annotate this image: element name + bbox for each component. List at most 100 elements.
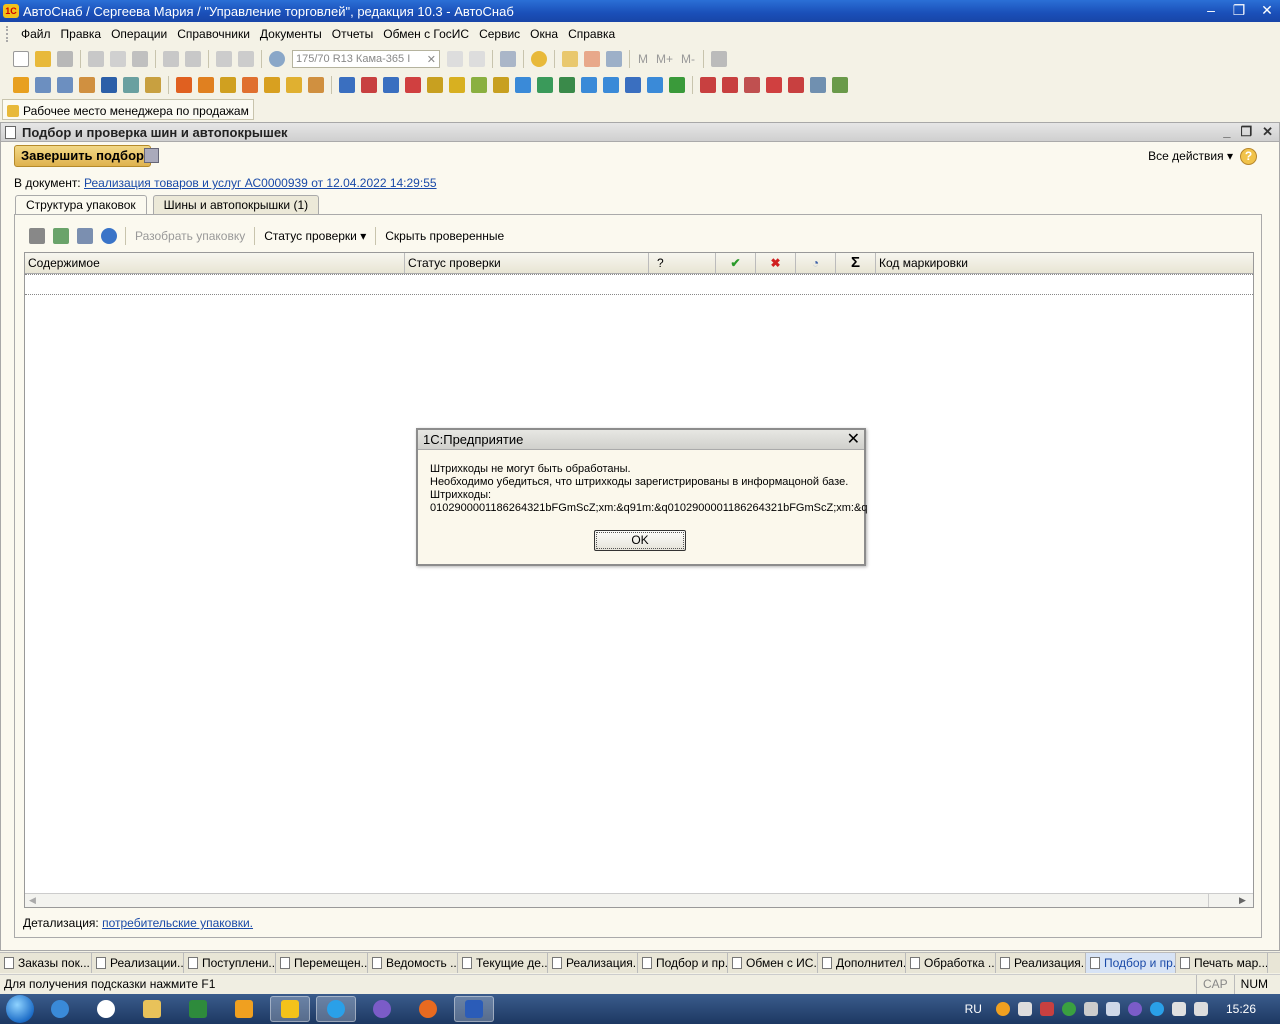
document-action-icon[interactable] [123, 77, 139, 93]
calculator-icon[interactable] [562, 51, 578, 67]
barcode-icon[interactable] [29, 228, 45, 244]
column-question[interactable]: ? [649, 253, 716, 273]
restore-icon[interactable]: ❐ [1230, 1, 1248, 19]
document-action-icon[interactable] [537, 77, 553, 93]
finish-selection-button[interactable]: Завершить подбор [14, 145, 151, 167]
horizontal-scrollbar[interactable]: ◀ ▶ [25, 893, 1253, 907]
document-action-icon[interactable] [581, 77, 597, 93]
ok-button[interactable]: OK [594, 530, 686, 551]
window-tab[interactable]: Реализация... [548, 953, 638, 973]
viber-icon[interactable] [1127, 1002, 1142, 1016]
menu-reports[interactable]: Отчеты [327, 27, 378, 41]
scroll-left-icon[interactable]: ◀ [29, 895, 36, 906]
document-action-icon[interactable] [405, 77, 421, 93]
document-action-icon[interactable] [722, 77, 738, 93]
document-action-icon[interactable] [35, 77, 51, 93]
window-tab[interactable]: Обмен с ИС... [728, 953, 818, 973]
menu-windows[interactable]: Окна [525, 27, 563, 41]
taskbar-viber[interactable] [362, 996, 402, 1022]
sum-icon[interactable]: Σ [836, 253, 876, 273]
volume-icon[interactable] [1083, 1002, 1098, 1016]
check-status-menu[interactable]: Статус проверки ▾ [264, 229, 366, 243]
cross-icon[interactable]: ✖ [756, 253, 796, 273]
users-icon[interactable] [606, 51, 622, 67]
tab-package-structure[interactable]: Структура упаковок [15, 195, 147, 216]
window-tab[interactable]: Текущие де... [458, 953, 548, 973]
window-tab[interactable]: Перемещен... [276, 953, 368, 973]
close-icon[interactable]: ✕ [847, 430, 860, 449]
document-action-icon[interactable] [471, 77, 487, 93]
document-action-icon[interactable] [13, 77, 29, 93]
workplace-button[interactable]: Рабочее место менеджера по продажам [2, 99, 254, 120]
window-tab[interactable]: Реализации... [92, 953, 184, 973]
info-icon[interactable] [531, 51, 547, 67]
save-icon[interactable] [57, 51, 73, 67]
find-next-icon[interactable] [447, 51, 463, 67]
document-action-icon[interactable] [427, 77, 443, 93]
document-action-icon[interactable] [198, 77, 214, 93]
memory-minus-button[interactable]: M- [681, 52, 695, 66]
window-tab[interactable]: Реализация... [996, 953, 1086, 973]
menu-gosis[interactable]: Обмен с ГосИС [378, 27, 474, 41]
all-actions-menu[interactable]: Все действия ▾ [1148, 149, 1233, 163]
sub-restore-icon[interactable]: ❐ [1240, 124, 1252, 140]
undo-icon[interactable] [216, 51, 232, 67]
document-action-icon[interactable] [264, 77, 280, 93]
tools-icon[interactable] [711, 51, 728, 67]
taskbar-ie[interactable] [40, 996, 80, 1022]
document-link[interactable]: Реализация товаров и услуг АС0000939 от … [84, 176, 437, 190]
document-action-icon[interactable] [832, 77, 848, 93]
window-tab[interactable]: Дополнител... [818, 953, 906, 973]
sync-icon[interactable] [1061, 1002, 1076, 1016]
memory-plus-button[interactable]: M+ [656, 52, 673, 66]
windows-icon[interactable] [500, 51, 516, 67]
document-action-icon[interactable] [744, 77, 760, 93]
new-icon[interactable] [13, 51, 29, 67]
menu-operations[interactable]: Операции [106, 27, 172, 41]
document-action-icon[interactable] [625, 77, 641, 93]
tab-tires[interactable]: Шины и автопокрышки (1) [152, 195, 320, 215]
document-action-icon[interactable] [145, 77, 161, 93]
flag-icon[interactable] [1171, 1002, 1186, 1016]
menu-documents[interactable]: Документы [255, 27, 327, 41]
document-action-icon[interactable] [669, 77, 685, 93]
add-package-icon[interactable] [53, 228, 69, 244]
hide-checked-button[interactable]: Скрыть проверенные [385, 229, 504, 243]
window-tab[interactable]: Обработка ... [906, 953, 996, 973]
menu-references[interactable]: Справочники [172, 27, 255, 41]
window-tab[interactable]: Подбор и пр... [1086, 953, 1176, 973]
document-action-icon[interactable] [361, 77, 377, 93]
unpack-button[interactable]: Разобрать упаковку [135, 229, 245, 243]
memory-m-button[interactable]: M [638, 52, 648, 66]
redo-icon[interactable] [238, 51, 254, 67]
document-action-icon[interactable] [493, 77, 509, 93]
taskbar-media[interactable] [224, 996, 264, 1022]
column-marking-code[interactable]: Код маркировки [876, 253, 1253, 273]
print-icon[interactable] [163, 51, 179, 67]
document-action-icon[interactable] [101, 77, 117, 93]
save-icon[interactable] [144, 148, 159, 163]
taskbar-explorer[interactable] [132, 996, 172, 1022]
cut-icon[interactable] [88, 51, 104, 67]
preview-icon[interactable] [185, 51, 201, 67]
window-tab[interactable]: Поступлени... [184, 953, 276, 973]
clock-icon[interactable]: ◔ [796, 253, 836, 273]
scan-icon[interactable] [77, 228, 93, 244]
column-status[interactable]: Статус проверки [405, 253, 649, 273]
copy-icon[interactable] [110, 51, 126, 67]
scroll-right-icon[interactable]: ▶ [1239, 895, 1246, 906]
open-icon[interactable] [35, 51, 51, 67]
menu-edit[interactable]: Правка [56, 27, 107, 41]
document-action-icon[interactable] [603, 77, 619, 93]
document-action-icon[interactable] [647, 77, 663, 93]
document-action-icon[interactable] [308, 77, 324, 93]
document-action-icon[interactable] [559, 77, 575, 93]
taskbar-teamviewer[interactable] [86, 996, 126, 1022]
document-action-icon[interactable] [383, 77, 399, 93]
display-icon[interactable] [1193, 1002, 1208, 1016]
column-content[interactable]: Содержимое [25, 253, 405, 273]
document-action-icon[interactable] [79, 77, 95, 93]
taskbar-word[interactable] [454, 996, 494, 1022]
find-prev-icon[interactable] [469, 51, 485, 67]
help-icon[interactable]: ? [1240, 148, 1257, 165]
